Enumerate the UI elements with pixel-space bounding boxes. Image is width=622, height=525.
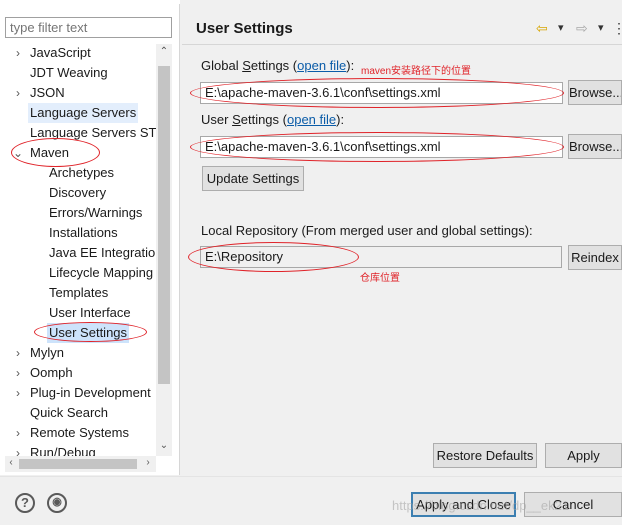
- user-open-file-link[interactable]: open file: [287, 112, 336, 127]
- tree-item[interactable]: User Interface: [0, 303, 156, 323]
- user-settings-path-field[interactable]: E:\apache-maven-3.6.1\conf\settings.xml: [200, 136, 563, 158]
- global-label-prefix: Global: [201, 58, 243, 73]
- scroll-down-icon[interactable]: ⌄: [156, 440, 172, 451]
- tree-item-label: Quick Search: [30, 405, 109, 420]
- tree-item-label: Language Servers STS: [30, 125, 156, 140]
- tree-item-label: Discovery: [49, 185, 107, 200]
- chevron-right-icon[interactable]: ›: [12, 83, 24, 103]
- chevron-right-icon[interactable]: ›: [12, 423, 24, 443]
- tree-item-label: Installations: [49, 225, 118, 240]
- filter-top-edge: [0, 0, 180, 4]
- chevron-down-icon[interactable]: ⌄: [12, 143, 24, 163]
- scrollbar-thumb[interactable]: [19, 459, 137, 469]
- reindex-button[interactable]: Reindex: [568, 245, 622, 270]
- global-label-rest: ettings (: [250, 58, 298, 73]
- tree-item[interactable]: Discovery: [0, 183, 156, 203]
- tree-item-label: Oomph: [30, 365, 73, 380]
- tree-item[interactable]: › JavaScript: [0, 43, 156, 63]
- tree-item-label: User Settings: [47, 323, 130, 343]
- global-open-file-link[interactable]: open file: [297, 58, 346, 73]
- global-label-mnemonic: S: [242, 58, 251, 73]
- back-arrow-icon[interactable]: ⇦: [536, 18, 548, 38]
- tree-item[interactable]: Language Servers STS: [0, 123, 156, 143]
- tree-item-label: User Interface: [49, 305, 131, 320]
- back-menu-chevron-down-icon[interactable]: ▾: [558, 18, 564, 38]
- local-repository-label: Local Repository (From merged user and g…: [201, 223, 533, 238]
- user-label-mnemonic: S: [232, 112, 241, 127]
- tree-vertical-scrollbar[interactable]: ⌃ ⌄: [156, 44, 172, 456]
- global-browse-button[interactable]: Browse...: [568, 80, 622, 105]
- page-title: User Settings: [196, 20, 293, 37]
- tree-item-label: JDT Weaving: [30, 65, 108, 80]
- user-label-rest: ettings (: [240, 112, 287, 127]
- tree-item[interactable]: ⌄ Maven: [0, 143, 156, 163]
- tree-item[interactable]: Errors/Warnings: [0, 203, 156, 223]
- restore-defaults-button[interactable]: Restore Defaults: [433, 443, 537, 468]
- user-label-prefix: User: [201, 112, 233, 127]
- tree-item[interactable]: Templates: [0, 283, 156, 303]
- tree-item-label: JSON: [30, 85, 65, 100]
- global-settings-label: Global Settings (open file):: [201, 58, 354, 73]
- tree-item-label: Language Servers: [28, 103, 139, 123]
- chevron-right-icon[interactable]: ›: [12, 363, 24, 383]
- tree-item[interactable]: Java EE Integration: [0, 243, 156, 263]
- import-export-icon[interactable]: ◉: [47, 493, 67, 513]
- global-settings-path-field[interactable]: E:\apache-maven-3.6.1\conf\settings.xml: [200, 82, 563, 104]
- apply-button[interactable]: Apply: [545, 443, 622, 468]
- tree-item[interactable]: Quick Search: [0, 403, 156, 423]
- scroll-up-icon[interactable]: ⌃: [156, 46, 172, 57]
- tree-item[interactable]: Archetypes: [0, 163, 156, 183]
- tree-horizontal-scrollbar[interactable]: ‹ ›: [5, 456, 156, 472]
- tree-item-label: Mylyn: [30, 345, 64, 360]
- tree-item[interactable]: › JSON: [0, 83, 156, 103]
- preferences-tree-pane: › JavaScript JDT Weaving › JSON Language Serv…: [0, 0, 180, 475]
- user-label-suffix: ):: [336, 112, 345, 127]
- user-settings-label: User Settings (open file):: [201, 112, 344, 127]
- watermark: https://blog.csdn.net/dp__ek21: [392, 498, 570, 513]
- tree-item-label: Maven: [30, 145, 70, 160]
- tree-item[interactable]: JDT Weaving: [0, 63, 156, 83]
- tree-item-label: Remote Systems: [30, 425, 129, 440]
- tree-item-label: Errors/Warnings: [49, 205, 143, 220]
- chevron-right-icon[interactable]: ›: [12, 383, 24, 403]
- tree-item[interactable]: Installations: [0, 223, 156, 243]
- tree-item[interactable]: Lifecycle Mapping: [0, 263, 156, 283]
- scroll-left-icon[interactable]: ‹: [5, 457, 17, 468]
- global-settings-annotation: maven安装路径下的位置: [361, 66, 472, 77]
- tree-item-label: JavaScript: [30, 45, 91, 60]
- tree-item[interactable]: › Oomph: [0, 363, 156, 383]
- tree-item-label: Archetypes: [49, 165, 115, 180]
- tree-item-label: Plug-in Development: [30, 385, 151, 400]
- tree-item[interactable]: › Remote Systems: [0, 423, 156, 443]
- scroll-right-icon[interactable]: ›: [142, 457, 154, 468]
- view-menu-icon[interactable]: ⋮: [612, 18, 622, 38]
- filter-input[interactable]: [5, 17, 172, 38]
- header-separator: [182, 44, 622, 45]
- forward-arrow-icon[interactable]: ⇨: [576, 18, 588, 38]
- tree-item-label: Java EE Integration: [49, 245, 156, 260]
- repository-annotation: 仓库位置: [360, 273, 400, 284]
- chevron-right-icon[interactable]: ›: [12, 343, 24, 363]
- global-label-suffix: ):: [346, 58, 355, 73]
- update-settings-button[interactable]: Update Settings: [202, 166, 304, 191]
- user-browse-button[interactable]: Browse...: [568, 134, 622, 159]
- tree-item-label: Templates: [49, 285, 109, 300]
- page-navigation: ⇦ ▾ ⇨ ▾ ⋮: [536, 18, 622, 38]
- tree-item[interactable]: › Mylyn: [0, 343, 156, 363]
- local-repository-field: E:\Repository: [200, 246, 562, 268]
- tree-item[interactable]: Language Servers: [0, 103, 156, 123]
- tree-item-label: Lifecycle Mapping: [49, 265, 154, 280]
- tree-item[interactable]: User Settings: [0, 323, 156, 343]
- chevron-right-icon[interactable]: ›: [12, 43, 24, 63]
- forward-menu-chevron-down-icon[interactable]: ▾: [598, 18, 604, 38]
- scrollbar-thumb[interactable]: [158, 66, 170, 384]
- help-icon[interactable]: ?: [15, 493, 35, 513]
- tree-item[interactable]: › Plug-in Development: [0, 383, 156, 403]
